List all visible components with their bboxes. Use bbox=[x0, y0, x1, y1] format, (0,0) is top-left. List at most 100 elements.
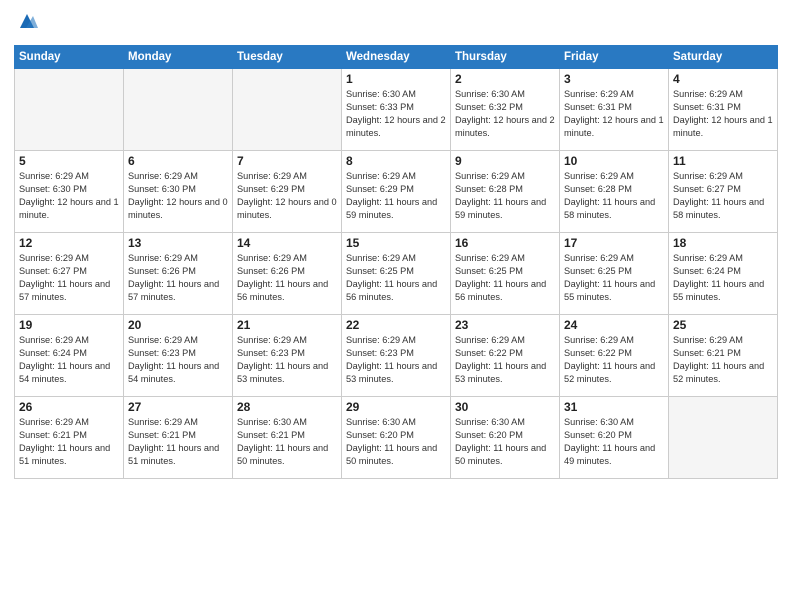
day-info: Sunrise: 6:29 AM Sunset: 6:30 PM Dayligh… bbox=[19, 170, 119, 222]
day-info: Sunrise: 6:30 AM Sunset: 6:21 PM Dayligh… bbox=[237, 416, 337, 468]
calendar-cell: 21 Sunrise: 6:29 AM Sunset: 6:23 PM Dayli… bbox=[233, 315, 342, 397]
calendar-cell: 10Sunrise: 6:29 AM Sunset: 6:28 PM Dayli… bbox=[560, 151, 669, 233]
calendar-cell: 30 Sunrise: 6:30 AM Sunset: 6:20 PM Dayli… bbox=[451, 397, 560, 479]
day-info: Sunrise: 6:29 AM Sunset: 6:26 PM Dayligh… bbox=[237, 252, 337, 304]
day-number: 28 bbox=[237, 400, 337, 414]
day-number: 21 bbox=[237, 318, 337, 332]
day-info: Sunrise: 6:29 AM Sunset: 6:22 PM Dayligh… bbox=[455, 334, 555, 386]
day-info: Sunrise: 6:29 AM Sunset: 6:27 PM Dayligh… bbox=[673, 170, 773, 222]
day-info: Sunrise: 6:30 AM Sunset: 6:20 PM Dayligh… bbox=[455, 416, 555, 468]
calendar-cell: 6 Sunrise: 6:29 AM Sunset: 6:30 PM Daylig… bbox=[124, 151, 233, 233]
calendar-cell: 13Sunrise: 6:29 AM Sunset: 6:26 PM Dayli… bbox=[124, 233, 233, 315]
calendar-cell: 18 Sunrise: 6:29 AM Sunset: 6:24 PM Dayli… bbox=[669, 233, 778, 315]
day-info: Sunrise: 6:29 AM Sunset: 6:21 PM Dayligh… bbox=[128, 416, 228, 468]
calendar-cell: 25Sunrise: 6:29 AM Sunset: 6:21 PM Dayli… bbox=[669, 315, 778, 397]
day-number: 15 bbox=[346, 236, 446, 250]
day-number: 6 bbox=[128, 154, 228, 168]
day-number: 1 bbox=[346, 72, 446, 86]
calendar-cell bbox=[233, 69, 342, 151]
day-number: 22 bbox=[346, 318, 446, 332]
calendar-cell: 5 Sunrise: 6:29 AM Sunset: 6:30 PM Daylig… bbox=[15, 151, 124, 233]
day-number: 10 bbox=[564, 154, 664, 168]
calendar-cell: 12 Sunrise: 6:29 AM Sunset: 6:27 PM Dayli… bbox=[15, 233, 124, 315]
calendar-cell: 15 Sunrise: 6:29 AM Sunset: 6:25 PM Dayli… bbox=[342, 233, 451, 315]
day-number: 20 bbox=[128, 318, 228, 332]
calendar-body: 1 Sunrise: 6:30 AM Sunset: 6:33 PM Daylig… bbox=[15, 69, 778, 479]
calendar-cell: 2 Sunrise: 6:30 AM Sunset: 6:32 PM Daylig… bbox=[451, 69, 560, 151]
calendar-cell: 3Sunrise: 6:29 AM Sunset: 6:31 PM Daylig… bbox=[560, 69, 669, 151]
weekday-header-cell: Friday bbox=[560, 46, 669, 69]
day-info: Sunrise: 6:29 AM Sunset: 6:25 PM Dayligh… bbox=[455, 252, 555, 304]
day-info: Sunrise: 6:29 AM Sunset: 6:25 PM Dayligh… bbox=[346, 252, 446, 304]
day-info: Sunrise: 6:29 AM Sunset: 6:21 PM Dayligh… bbox=[673, 334, 773, 386]
calendar-cell: 7 Sunrise: 6:29 AM Sunset: 6:29 PM Daylig… bbox=[233, 151, 342, 233]
day-info: Sunrise: 6:30 AM Sunset: 6:20 PM Dayligh… bbox=[564, 416, 664, 468]
day-info: Sunrise: 6:29 AM Sunset: 6:31 PM Dayligh… bbox=[673, 88, 773, 140]
day-number: 8 bbox=[346, 154, 446, 168]
weekday-header-cell: Monday bbox=[124, 46, 233, 69]
day-info: Sunrise: 6:29 AM Sunset: 6:23 PM Dayligh… bbox=[128, 334, 228, 386]
calendar-cell: 31 Sunrise: 6:30 AM Sunset: 6:20 PM Dayli… bbox=[560, 397, 669, 479]
calendar-cell bbox=[669, 397, 778, 479]
calendar-cell bbox=[124, 69, 233, 151]
logo-icon bbox=[16, 10, 38, 32]
calendar-cell: 19Sunrise: 6:29 AM Sunset: 6:24 PM Dayli… bbox=[15, 315, 124, 397]
calendar-week-row: 1 Sunrise: 6:30 AM Sunset: 6:33 PM Daylig… bbox=[15, 69, 778, 151]
day-info: Sunrise: 6:29 AM Sunset: 6:25 PM Dayligh… bbox=[564, 252, 664, 304]
day-info: Sunrise: 6:29 AM Sunset: 6:30 PM Dayligh… bbox=[128, 170, 228, 222]
day-number: 9 bbox=[455, 154, 555, 168]
calendar-cell: 16Sunrise: 6:29 AM Sunset: 6:25 PM Dayli… bbox=[451, 233, 560, 315]
calendar-cell: 23 Sunrise: 6:29 AM Sunset: 6:22 PM Dayli… bbox=[451, 315, 560, 397]
calendar-week-row: 19Sunrise: 6:29 AM Sunset: 6:24 PM Dayli… bbox=[15, 315, 778, 397]
header bbox=[14, 10, 778, 37]
day-info: Sunrise: 6:29 AM Sunset: 6:24 PM Dayligh… bbox=[19, 334, 119, 386]
calendar-cell: 11 Sunrise: 6:29 AM Sunset: 6:27 PM Dayli… bbox=[669, 151, 778, 233]
weekday-header-row: SundayMondayTuesdayWednesdayThursdayFrid… bbox=[15, 46, 778, 69]
day-info: Sunrise: 6:29 AM Sunset: 6:29 PM Dayligh… bbox=[237, 170, 337, 222]
calendar-cell: 20 Sunrise: 6:29 AM Sunset: 6:23 PM Dayli… bbox=[124, 315, 233, 397]
calendar-cell: 22Sunrise: 6:29 AM Sunset: 6:23 PM Dayli… bbox=[342, 315, 451, 397]
day-number: 17 bbox=[564, 236, 664, 250]
logo bbox=[14, 10, 38, 37]
weekday-header-cell: Saturday bbox=[669, 46, 778, 69]
calendar-week-row: 5 Sunrise: 6:29 AM Sunset: 6:30 PM Daylig… bbox=[15, 151, 778, 233]
day-number: 31 bbox=[564, 400, 664, 414]
day-number: 3 bbox=[564, 72, 664, 86]
day-number: 14 bbox=[237, 236, 337, 250]
day-info: Sunrise: 6:29 AM Sunset: 6:24 PM Dayligh… bbox=[673, 252, 773, 304]
page: SundayMondayTuesdayWednesdayThursdayFrid… bbox=[0, 0, 792, 612]
calendar-week-row: 26 Sunrise: 6:29 AM Sunset: 6:21 PM Dayli… bbox=[15, 397, 778, 479]
day-number: 7 bbox=[237, 154, 337, 168]
day-number: 27 bbox=[128, 400, 228, 414]
day-info: Sunrise: 6:29 AM Sunset: 6:29 PM Dayligh… bbox=[346, 170, 446, 222]
day-number: 12 bbox=[19, 236, 119, 250]
day-info: Sunrise: 6:29 AM Sunset: 6:28 PM Dayligh… bbox=[455, 170, 555, 222]
day-info: Sunrise: 6:29 AM Sunset: 6:27 PM Dayligh… bbox=[19, 252, 119, 304]
day-info: Sunrise: 6:30 AM Sunset: 6:20 PM Dayligh… bbox=[346, 416, 446, 468]
day-info: Sunrise: 6:29 AM Sunset: 6:23 PM Dayligh… bbox=[237, 334, 337, 386]
calendar-cell: 9 Sunrise: 6:29 AM Sunset: 6:28 PM Daylig… bbox=[451, 151, 560, 233]
day-number: 23 bbox=[455, 318, 555, 332]
day-number: 13 bbox=[128, 236, 228, 250]
day-info: Sunrise: 6:30 AM Sunset: 6:33 PM Dayligh… bbox=[346, 88, 446, 140]
day-number: 11 bbox=[673, 154, 773, 168]
weekday-header-cell: Tuesday bbox=[233, 46, 342, 69]
day-number: 18 bbox=[673, 236, 773, 250]
day-number: 5 bbox=[19, 154, 119, 168]
day-number: 2 bbox=[455, 72, 555, 86]
calendar-table: SundayMondayTuesdayWednesdayThursdayFrid… bbox=[14, 45, 778, 479]
day-number: 26 bbox=[19, 400, 119, 414]
calendar-cell: 8 Sunrise: 6:29 AM Sunset: 6:29 PM Daylig… bbox=[342, 151, 451, 233]
day-info: Sunrise: 6:30 AM Sunset: 6:32 PM Dayligh… bbox=[455, 88, 555, 140]
weekday-header-cell: Sunday bbox=[15, 46, 124, 69]
calendar-cell: 29Sunrise: 6:30 AM Sunset: 6:20 PM Dayli… bbox=[342, 397, 451, 479]
calendar-cell: 14 Sunrise: 6:29 AM Sunset: 6:26 PM Dayli… bbox=[233, 233, 342, 315]
weekday-header-cell: Thursday bbox=[451, 46, 560, 69]
day-number: 30 bbox=[455, 400, 555, 414]
day-number: 24 bbox=[564, 318, 664, 332]
calendar-cell: 27 Sunrise: 6:29 AM Sunset: 6:21 PM Dayli… bbox=[124, 397, 233, 479]
calendar-week-row: 12 Sunrise: 6:29 AM Sunset: 6:27 PM Dayli… bbox=[15, 233, 778, 315]
calendar-cell bbox=[15, 69, 124, 151]
calendar-cell: 17 Sunrise: 6:29 AM Sunset: 6:25 PM Dayli… bbox=[560, 233, 669, 315]
calendar-cell: 1 Sunrise: 6:30 AM Sunset: 6:33 PM Daylig… bbox=[342, 69, 451, 151]
